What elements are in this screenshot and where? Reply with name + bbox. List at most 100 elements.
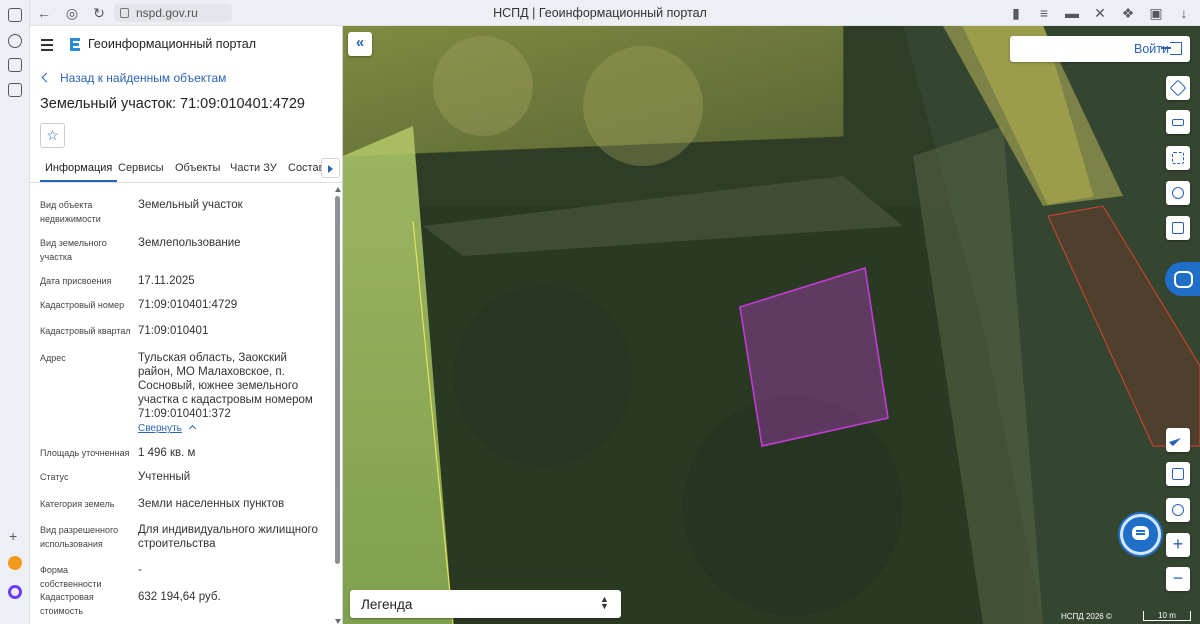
info-label: Вид разрешенного использования — [40, 525, 119, 549]
assistant-icon[interactable] — [8, 556, 22, 570]
portal-title: Геоинформационный портал — [88, 37, 257, 51]
info-value: Земельный участок — [138, 199, 243, 211]
browser-toolbar: ← ◎ ↻ nspd.gov.ru НСПД | Геоинформационн… — [30, 0, 1200, 26]
basemap-icon — [1172, 504, 1184, 516]
info-label: Кадастровая стоимость — [40, 592, 94, 616]
chevron-up-icon — [188, 424, 196, 433]
scroll-thumb[interactable] — [335, 196, 340, 564]
info-label: Форма собственности — [40, 565, 102, 589]
chat-button[interactable] — [1120, 514, 1161, 555]
tabs-scroll-right-button[interactable] — [321, 158, 340, 178]
tab-info[interactable]: Информация — [39, 162, 118, 182]
tab-composition[interactable]: Состав — [288, 162, 324, 174]
collapse-panel-button[interactable]: « — [348, 32, 372, 56]
legend-dropdown[interactable]: Легенда ▲ ▼ — [350, 590, 621, 618]
info-label: Кадастровый номер — [40, 300, 125, 310]
info-label: Вид земельного участка — [40, 238, 107, 262]
puzzle-icon[interactable]: ❖ — [1120, 5, 1136, 21]
info-value: 17.11.2025 — [138, 275, 195, 287]
tab-services[interactable]: Сервисы — [118, 162, 164, 174]
login-button[interactable]: Войти — [1010, 36, 1190, 62]
layers-button[interactable] — [1166, 76, 1190, 100]
lock-icon — [120, 8, 129, 18]
url-text: nspd.gov.ru — [136, 6, 198, 20]
select-area-button[interactable] — [1166, 146, 1190, 170]
browser-sidebar: + — [0, 0, 30, 624]
minimap-button[interactable] — [1166, 462, 1190, 486]
reload-icon[interactable]: ↻ — [91, 5, 107, 21]
info-value: 1 496 кв. м — [138, 447, 196, 459]
address-bar[interactable]: nspd.gov.ru — [114, 4, 232, 22]
address-value: Тульская область, Заокский район, МО Мал… — [138, 352, 313, 420]
info-value: 71:09:010401:4729 — [138, 299, 238, 311]
minimize-icon[interactable]: ▬ — [1064, 5, 1080, 21]
zoom-in-button[interactable]: + — [1166, 533, 1190, 557]
scale-bar: 10 m — [1143, 611, 1191, 621]
info-panel: Геоинформационный портал Назад к найденн… — [30, 26, 343, 624]
basemap-button[interactable] — [1166, 498, 1190, 522]
share-button[interactable] — [1166, 181, 1190, 205]
favorite-button[interactable]: ☆ — [40, 123, 65, 148]
print-icon — [1172, 222, 1184, 234]
info-label: Статус — [40, 472, 69, 482]
chevron-updown-icon: ▲ ▼ — [600, 594, 609, 611]
zoom-out-button[interactable]: − — [1166, 567, 1190, 591]
info-value: 632 194,64 руб. — [138, 591, 221, 603]
star-icon: ☆ — [46, 127, 59, 143]
feedback-tab[interactable] — [1165, 262, 1200, 296]
info-value: Для индивидуального жилищного строительс… — [138, 524, 318, 550]
portal-logo-icon — [70, 38, 80, 51]
copyright: НСПД 2026 © — [1061, 612, 1112, 621]
share-icon — [1172, 187, 1184, 199]
minimap-icon — [1172, 468, 1184, 480]
back-to-results-link[interactable]: Назад к найденным объектам — [41, 71, 227, 85]
info-label: Площадь уточненная — [40, 448, 130, 458]
download-icon[interactable]: ↓ — [1176, 5, 1192, 21]
login-icon — [1161, 42, 1182, 55]
panel-scrollbar[interactable] — [333, 187, 341, 624]
add-icon[interactable]: + — [9, 528, 17, 544]
bookmark-icon[interactable]: ▮ — [1008, 5, 1024, 21]
collapse-link[interactable]: Свернуть — [138, 423, 196, 434]
legend-label: Легенда — [361, 597, 413, 612]
screenshot-icon[interactable]: ▣ — [1148, 5, 1164, 21]
extension-icon[interactable]: ✕ — [1092, 5, 1108, 21]
tab-objects[interactable]: Объекты — [175, 162, 220, 174]
back-label: Назад к найденным объектам — [60, 71, 227, 85]
chat-icon — [1132, 526, 1149, 540]
print-button[interactable] — [1166, 216, 1190, 240]
navigation-arrow-icon — [1168, 433, 1182, 447]
chevron-left-icon — [41, 72, 52, 83]
menu-icon[interactable]: ≡ — [1036, 5, 1052, 21]
info-label: Кадастровый квартал — [40, 326, 131, 336]
shield-icon[interactable]: ◎ — [64, 5, 80, 21]
login-label: Войти — [1134, 42, 1169, 56]
select-area-icon — [1172, 152, 1184, 164]
video-icon[interactable] — [8, 34, 22, 48]
info-label: Дата присвоения — [40, 276, 112, 286]
collapse-label: Свернуть — [138, 423, 182, 434]
alice-icon[interactable] — [8, 585, 22, 599]
info-label: Вид объекта недвижимости — [40, 200, 101, 224]
back-arrow-icon[interactable]: ← — [36, 5, 52, 21]
scroll-up-icon[interactable] — [335, 187, 341, 192]
info-value: 71:09:010401 — [138, 325, 209, 337]
tab-parts[interactable]: Части ЗУ — [230, 162, 277, 174]
satellite-imagery — [343, 26, 1200, 624]
info-value: - — [138, 564, 142, 576]
collections-icon[interactable] — [8, 8, 22, 22]
ruler-icon — [1172, 119, 1184, 126]
hamburger-menu-icon[interactable] — [41, 39, 53, 54]
info-label: Категория земель — [40, 499, 115, 509]
measure-button[interactable] — [1166, 110, 1190, 134]
object-title: Земельный участок: 71:09:010401:4729 — [40, 96, 305, 112]
tabs-bar: Информация Сервисы Объекты Части ЗУ Сост… — [30, 156, 342, 183]
geolocate-button[interactable] — [1166, 428, 1190, 452]
info-value: Земли населенных пунктов — [138, 498, 285, 510]
scroll-down-icon[interactable] — [335, 619, 341, 624]
map-view[interactable]: « Войти + − Легенда ▲ ▼ НСПД 2026 © 10 m — [343, 26, 1200, 624]
page-tab-title: НСПД | Геоинформационный портал — [493, 6, 707, 20]
notes-icon[interactable] — [8, 58, 22, 72]
media-icon[interactable] — [8, 83, 22, 97]
info-label: Адрес — [40, 353, 66, 363]
